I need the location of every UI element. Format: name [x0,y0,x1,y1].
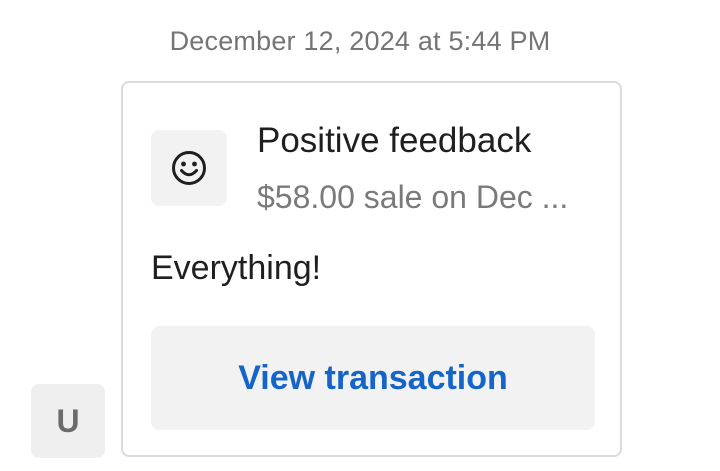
view-transaction-button[interactable]: View transaction [151,326,595,430]
feedback-message: Everything! [151,249,322,287]
feedback-title: Positive feedback [257,121,532,160]
sale-summary: $58.00 sale on Dec ... [257,179,569,215]
feedback-card: Positive feedback $58.00 sale on Dec ...… [121,81,622,457]
feedback-icon-tile [151,130,227,206]
message-timestamp: December 12, 2024 at 5:44 PM [169,26,551,56]
avatar-initial: U [56,402,80,439]
smiley-face-icon [172,151,206,185]
sender-avatar: U [31,384,105,458]
